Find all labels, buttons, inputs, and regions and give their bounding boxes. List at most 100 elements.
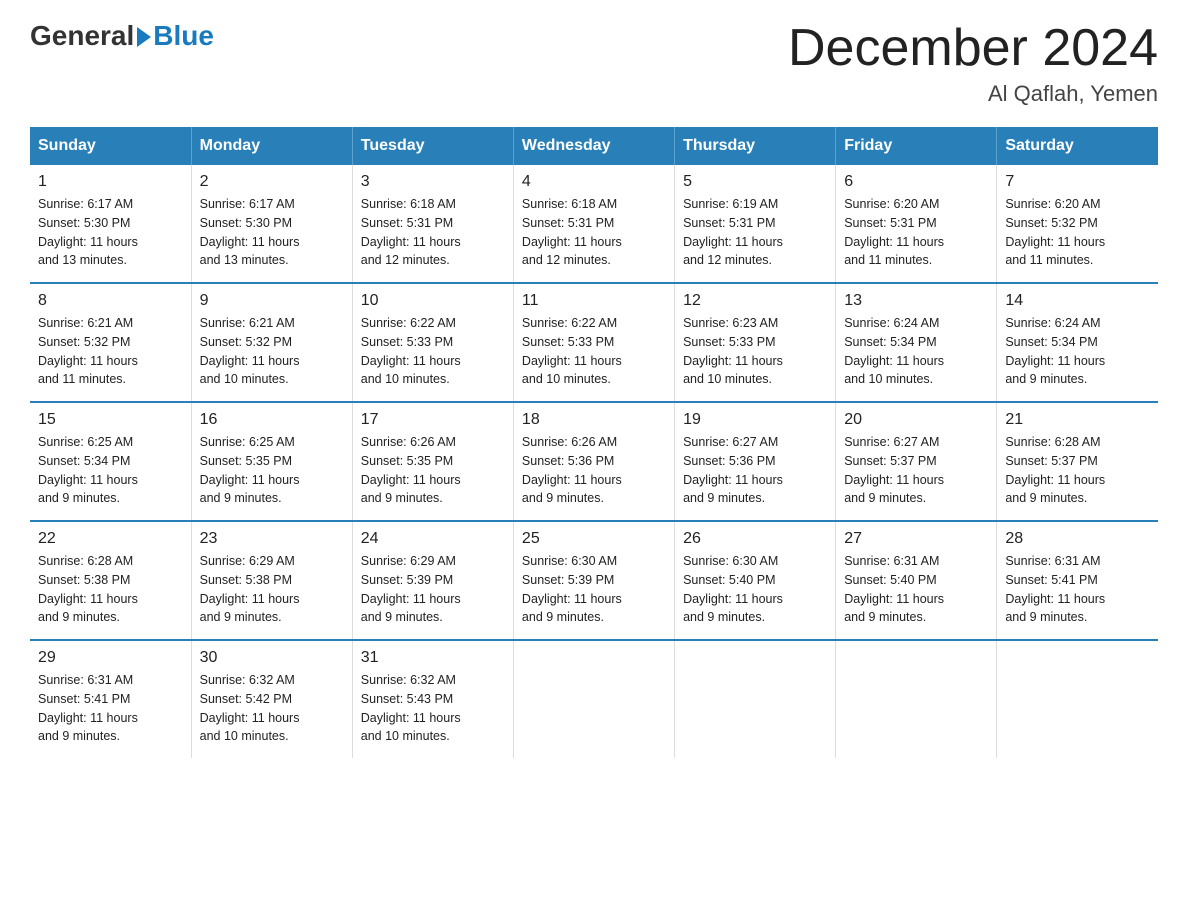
day-info: Sunrise: 6:29 AM Sunset: 5:38 PM Dayligh… <box>200 552 344 627</box>
calendar-cell: 13 Sunrise: 6:24 AM Sunset: 5:34 PM Dayli… <box>836 283 997 402</box>
calendar-cell: 10 Sunrise: 6:22 AM Sunset: 5:33 PM Dayli… <box>352 283 513 402</box>
calendar-day-header: Wednesday <box>513 127 674 165</box>
day-info: Sunrise: 6:18 AM Sunset: 5:31 PM Dayligh… <box>522 195 666 270</box>
calendar-cell: 17Sunrise: 6:26 AM Sunset: 5:35 PM Dayli… <box>352 402 513 521</box>
day-info: Sunrise: 6:27 AM Sunset: 5:37 PM Dayligh… <box>844 433 988 508</box>
calendar-week-row: 8Sunrise: 6:21 AM Sunset: 5:32 PM Daylig… <box>30 283 1158 402</box>
day-info: Sunrise: 6:25 AM Sunset: 5:35 PM Dayligh… <box>200 433 344 508</box>
calendar-day-header: Saturday <box>997 127 1158 165</box>
day-info: Sunrise: 6:24 AM Sunset: 5:34 PM Dayligh… <box>844 314 988 389</box>
calendar-cell: 21 Sunrise: 6:28 AM Sunset: 5:37 PM Dayli… <box>997 402 1158 521</box>
day-info: Sunrise: 6:21 AM Sunset: 5:32 PM Dayligh… <box>38 314 183 389</box>
day-info: Sunrise: 6:26 AM Sunset: 5:35 PM Dayligh… <box>361 433 505 508</box>
calendar-week-row: 1 Sunrise: 6:17 AM Sunset: 5:30 PM Daylig… <box>30 165 1158 283</box>
day-number: 27 <box>844 530 988 548</box>
day-info: Sunrise: 6:22 AM Sunset: 5:33 PM Dayligh… <box>361 314 505 389</box>
calendar-cell: 9 Sunrise: 6:21 AM Sunset: 5:32 PM Daylig… <box>191 283 352 402</box>
day-info: Sunrise: 6:17 AM Sunset: 5:30 PM Dayligh… <box>200 195 344 270</box>
day-info: Sunrise: 6:19 AM Sunset: 5:31 PM Dayligh… <box>683 195 827 270</box>
calendar-cell <box>836 640 997 758</box>
day-number: 13 <box>844 292 988 310</box>
day-number: 15 <box>38 411 183 429</box>
calendar-cell: 25 Sunrise: 6:30 AM Sunset: 5:39 PM Dayli… <box>513 521 674 640</box>
day-number: 31 <box>361 649 505 667</box>
day-number: 6 <box>844 173 988 191</box>
day-number: 5 <box>683 173 827 191</box>
day-number: 28 <box>1005 530 1150 548</box>
day-info: Sunrise: 6:21 AM Sunset: 5:32 PM Dayligh… <box>200 314 344 389</box>
calendar-cell: 23Sunrise: 6:29 AM Sunset: 5:38 PM Dayli… <box>191 521 352 640</box>
calendar-week-row: 22Sunrise: 6:28 AM Sunset: 5:38 PM Dayli… <box>30 521 1158 640</box>
calendar-cell: 24 Sunrise: 6:29 AM Sunset: 5:39 PM Dayli… <box>352 521 513 640</box>
day-info: Sunrise: 6:23 AM Sunset: 5:33 PM Dayligh… <box>683 314 827 389</box>
day-info: Sunrise: 6:18 AM Sunset: 5:31 PM Dayligh… <box>361 195 505 270</box>
day-number: 11 <box>522 292 666 310</box>
day-info: Sunrise: 6:30 AM Sunset: 5:39 PM Dayligh… <box>522 552 666 627</box>
logo: General Blue <box>30 20 214 52</box>
calendar-cell: 28Sunrise: 6:31 AM Sunset: 5:41 PM Dayli… <box>997 521 1158 640</box>
day-number: 18 <box>522 411 666 429</box>
logo-blue-text: Blue <box>153 20 214 52</box>
calendar-cell: 11Sunrise: 6:22 AM Sunset: 5:33 PM Dayli… <box>513 283 674 402</box>
calendar-cell: 2 Sunrise: 6:17 AM Sunset: 5:30 PM Daylig… <box>191 165 352 283</box>
day-number: 10 <box>361 292 505 310</box>
calendar-day-header: Monday <box>191 127 352 165</box>
day-info: Sunrise: 6:24 AM Sunset: 5:34 PM Dayligh… <box>1005 314 1150 389</box>
calendar-cell: 30 Sunrise: 6:32 AM Sunset: 5:42 PM Dayli… <box>191 640 352 758</box>
day-number: 25 <box>522 530 666 548</box>
calendar-cell: 22Sunrise: 6:28 AM Sunset: 5:38 PM Dayli… <box>30 521 191 640</box>
calendar-cell <box>997 640 1158 758</box>
calendar-cell: 7 Sunrise: 6:20 AM Sunset: 5:32 PM Daylig… <box>997 165 1158 283</box>
calendar-day-header: Friday <box>836 127 997 165</box>
day-info: Sunrise: 6:26 AM Sunset: 5:36 PM Dayligh… <box>522 433 666 508</box>
day-number: 20 <box>844 411 988 429</box>
calendar-cell: 29Sunrise: 6:31 AM Sunset: 5:41 PM Dayli… <box>30 640 191 758</box>
calendar-day-header: Sunday <box>30 127 191 165</box>
logo-arrow-icon <box>137 27 151 47</box>
calendar-table: SundayMondayTuesdayWednesdayThursdayFrid… <box>30 127 1158 758</box>
calendar-cell: 8Sunrise: 6:21 AM Sunset: 5:32 PM Daylig… <box>30 283 191 402</box>
calendar-cell: 31Sunrise: 6:32 AM Sunset: 5:43 PM Dayli… <box>352 640 513 758</box>
calendar-day-header: Thursday <box>675 127 836 165</box>
calendar-cell: 5 Sunrise: 6:19 AM Sunset: 5:31 PM Daylig… <box>675 165 836 283</box>
day-number: 2 <box>200 173 344 191</box>
day-info: Sunrise: 6:20 AM Sunset: 5:32 PM Dayligh… <box>1005 195 1150 270</box>
calendar-cell: 12Sunrise: 6:23 AM Sunset: 5:33 PM Dayli… <box>675 283 836 402</box>
day-info: Sunrise: 6:29 AM Sunset: 5:39 PM Dayligh… <box>361 552 505 627</box>
day-info: Sunrise: 6:31 AM Sunset: 5:40 PM Dayligh… <box>844 552 988 627</box>
day-number: 29 <box>38 649 183 667</box>
location-label: Al Qaflah, Yemen <box>788 81 1158 107</box>
title-section: December 2024 Al Qaflah, Yemen <box>788 20 1158 107</box>
calendar-cell: 20 Sunrise: 6:27 AM Sunset: 5:37 PM Dayli… <box>836 402 997 521</box>
calendar-week-row: 15Sunrise: 6:25 AM Sunset: 5:34 PM Dayli… <box>30 402 1158 521</box>
day-info: Sunrise: 6:27 AM Sunset: 5:36 PM Dayligh… <box>683 433 827 508</box>
calendar-cell: 18 Sunrise: 6:26 AM Sunset: 5:36 PM Dayli… <box>513 402 674 521</box>
day-number: 9 <box>200 292 344 310</box>
day-info: Sunrise: 6:32 AM Sunset: 5:42 PM Dayligh… <box>200 671 344 746</box>
month-title: December 2024 <box>788 20 1158 77</box>
day-info: Sunrise: 6:28 AM Sunset: 5:37 PM Dayligh… <box>1005 433 1150 508</box>
calendar-cell: 3Sunrise: 6:18 AM Sunset: 5:31 PM Daylig… <box>352 165 513 283</box>
calendar-cell: 4 Sunrise: 6:18 AM Sunset: 5:31 PM Daylig… <box>513 165 674 283</box>
day-number: 1 <box>38 173 183 191</box>
day-number: 4 <box>522 173 666 191</box>
calendar-cell: 15Sunrise: 6:25 AM Sunset: 5:34 PM Dayli… <box>30 402 191 521</box>
calendar-cell: 14Sunrise: 6:24 AM Sunset: 5:34 PM Dayli… <box>997 283 1158 402</box>
calendar-header-row: SundayMondayTuesdayWednesdayThursdayFrid… <box>30 127 1158 165</box>
calendar-cell: 16 Sunrise: 6:25 AM Sunset: 5:35 PM Dayli… <box>191 402 352 521</box>
calendar-week-row: 29Sunrise: 6:31 AM Sunset: 5:41 PM Dayli… <box>30 640 1158 758</box>
calendar-day-header: Tuesday <box>352 127 513 165</box>
day-info: Sunrise: 6:28 AM Sunset: 5:38 PM Dayligh… <box>38 552 183 627</box>
logo-general-text: General <box>30 20 134 52</box>
calendar-cell: 26Sunrise: 6:30 AM Sunset: 5:40 PM Dayli… <box>675 521 836 640</box>
day-number: 24 <box>361 530 505 548</box>
calendar-cell: 27 Sunrise: 6:31 AM Sunset: 5:40 PM Dayli… <box>836 521 997 640</box>
day-number: 7 <box>1005 173 1150 191</box>
day-info: Sunrise: 6:20 AM Sunset: 5:31 PM Dayligh… <box>844 195 988 270</box>
day-info: Sunrise: 6:17 AM Sunset: 5:30 PM Dayligh… <box>38 195 183 270</box>
day-number: 21 <box>1005 411 1150 429</box>
day-number: 16 <box>200 411 344 429</box>
calendar-cell: 6 Sunrise: 6:20 AM Sunset: 5:31 PM Daylig… <box>836 165 997 283</box>
page-header: General Blue December 2024 Al Qaflah, Ye… <box>30 20 1158 107</box>
day-number: 30 <box>200 649 344 667</box>
